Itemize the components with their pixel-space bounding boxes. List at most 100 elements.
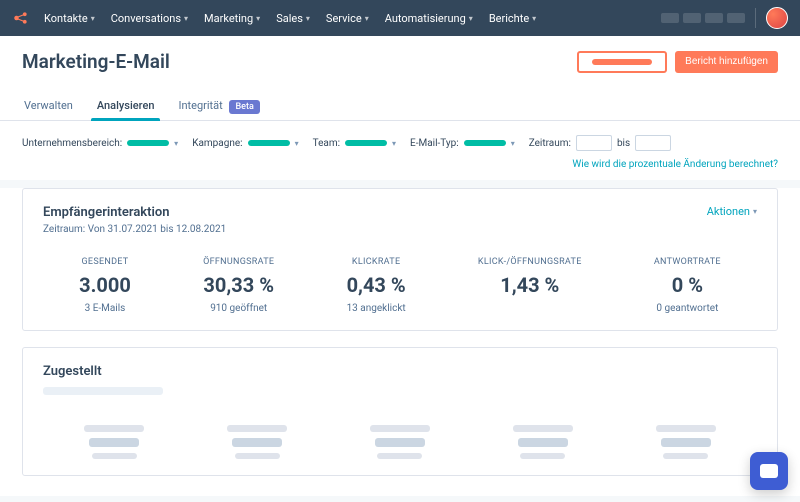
date-to-input[interactable] (635, 135, 671, 151)
tabs: Verwalten Analysieren Integrität Beta (22, 91, 778, 120)
chevron-down-icon: ▾ (511, 139, 515, 148)
help-link[interactable]: Wie wird die prozentuale Änderung berech… (22, 159, 778, 170)
skeleton-placeholder (518, 438, 568, 447)
skeleton-col (84, 425, 144, 459)
stats-row: GESENDET 3.000 3 E-Mails ÖFFNUNGSRATE 30… (43, 257, 757, 314)
delivered-card: Zugestellt (22, 347, 778, 476)
secondary-action-button[interactable] (577, 51, 667, 73)
chevron-down-icon: ▾ (392, 139, 396, 148)
actions-label: Aktionen (707, 205, 750, 218)
filter-value-placeholder (464, 140, 506, 146)
chevron-down-icon: ▾ (174, 139, 178, 148)
filter-label: E-Mail-Typ: (410, 138, 459, 149)
skeleton-placeholder (663, 453, 708, 459)
skeleton-placeholder (92, 453, 137, 459)
filters-bar: Unternehmensbereich: ▾ Kampagne: ▾ Team:… (0, 121, 800, 180)
stat-value: 0,43 % (347, 273, 406, 297)
stat-value: 3.000 (79, 273, 131, 297)
chevron-down-icon: ▾ (469, 14, 473, 23)
chat-widget-button[interactable] (750, 452, 788, 490)
avatar[interactable] (766, 7, 788, 29)
nav-conversations[interactable]: Conversations▾ (111, 12, 188, 25)
card-subtitle: Zeitraum: Von 31.07.2021 bis 12.08.2021 (43, 224, 226, 235)
nav-automatisierung[interactable]: Automatisierung▾ (385, 12, 473, 25)
nav-marketing[interactable]: Marketing▾ (204, 12, 260, 25)
stat-value: 30,33 % (203, 273, 274, 297)
filter-email-type[interactable]: E-Mail-Typ: ▾ (410, 138, 515, 149)
skeleton-placeholder (370, 425, 430, 432)
beta-badge: Beta (229, 100, 259, 114)
stat-value: 1,43 % (478, 273, 582, 297)
skeleton-placeholder (232, 438, 282, 447)
stat-sub: 13 angeklickt (347, 303, 406, 314)
skeleton-placeholder (656, 425, 716, 432)
stat-label: GESENDET (79, 257, 131, 267)
filter-label: Zeitraum: (529, 138, 571, 149)
card-actions-menu[interactable]: Aktionen ▾ (707, 205, 757, 218)
skeleton-placeholder (227, 425, 287, 432)
chevron-down-icon: ▾ (184, 14, 188, 23)
tab-analysieren[interactable]: Analysieren (95, 91, 157, 120)
nav-service[interactable]: Service▾ (326, 12, 369, 25)
skeleton-placeholder (661, 438, 711, 447)
filter-value-placeholder (248, 140, 290, 146)
nav-icon-placeholder[interactable] (727, 13, 745, 23)
stat-sent: GESENDET 3.000 3 E-Mails (79, 257, 131, 314)
stat-value: 0 % (654, 273, 721, 297)
nav-kontakte[interactable]: Kontakte▾ (44, 12, 95, 25)
tab-integritaet[interactable]: Integrität Beta (176, 91, 261, 120)
chevron-down-icon: ▾ (256, 14, 260, 23)
stat-open-rate: ÖFFNUNGSRATE 30,33 % 910 geöffnet (203, 257, 274, 314)
skeleton-col (513, 425, 573, 459)
skeleton-col (656, 425, 716, 459)
nav-items: Kontakte▾ Conversations▾ Marketing▾ Sale… (44, 12, 661, 25)
nav-berichte[interactable]: Berichte▾ (489, 12, 536, 25)
skeleton-row (43, 425, 757, 459)
chat-icon (760, 464, 778, 478)
page-title: Marketing-E-Mail (22, 50, 170, 73)
hubspot-logo (12, 9, 30, 27)
nav-icon-placeholder[interactable] (683, 13, 701, 23)
add-report-button[interactable]: Bericht hinzufügen (675, 51, 778, 73)
chevron-down-icon: ▾ (532, 14, 536, 23)
date-from-input[interactable] (576, 135, 612, 151)
filter-label: Team: (313, 138, 340, 149)
skeleton-placeholder (375, 438, 425, 447)
divider (755, 8, 756, 28)
skeleton-placeholder (235, 453, 280, 459)
nav-icon-placeholder[interactable] (661, 13, 679, 23)
top-nav: Kontakte▾ Conversations▾ Marketing▾ Sale… (0, 0, 800, 36)
nav-right (661, 7, 788, 29)
chevron-down-icon: ▾ (295, 139, 299, 148)
skeleton-col (227, 425, 287, 459)
nav-sales[interactable]: Sales▾ (276, 12, 310, 25)
card-title: Zugestellt (43, 364, 757, 379)
nav-icon-placeholder[interactable] (705, 13, 723, 23)
page-header: Marketing-E-Mail Bericht hinzufügen Verw… (0, 36, 800, 121)
stat-label: ANTWORTRATE (654, 257, 721, 267)
stat-label: ÖFFNUNGSRATE (203, 257, 274, 267)
stat-click-open-rate: KLICK-/ÖFFNUNGSRATE 1,43 % (478, 257, 582, 314)
filter-team[interactable]: Team: ▾ (313, 138, 396, 149)
skeleton-placeholder (520, 453, 565, 459)
skeleton-placeholder (43, 387, 163, 395)
recipient-interaction-card: Empfängerinteraktion Zeitraum: Von 31.07… (22, 188, 778, 331)
stat-sub: 3 E-Mails (79, 303, 131, 314)
header-actions: Bericht hinzufügen (577, 51, 778, 73)
filter-value-placeholder (345, 140, 387, 146)
stat-label: KLICK-/ÖFFNUNGSRATE (478, 257, 582, 267)
filter-campaign[interactable]: Kampagne: ▾ (192, 138, 298, 149)
chevron-down-icon: ▾ (91, 14, 95, 23)
tab-integritaet-label: Integrität (178, 99, 222, 112)
stat-sub: 0 geantwortet (654, 303, 721, 314)
stat-reply-rate: ANTWORTRATE 0 % 0 geantwortet (654, 257, 721, 314)
skeleton-placeholder (513, 425, 573, 432)
stat-click-rate: KLICKRATE 0,43 % 13 angeklickt (347, 257, 406, 314)
tab-verwalten[interactable]: Verwalten (22, 91, 75, 120)
filter-label: Kampagne: (192, 138, 242, 149)
chevron-down-icon: ▾ (365, 14, 369, 23)
to-label: bis (617, 138, 630, 149)
filter-business-unit[interactable]: Unternehmensbereich: ▾ (22, 138, 178, 149)
skeleton-placeholder (84, 425, 144, 432)
stat-label: KLICKRATE (347, 257, 406, 267)
